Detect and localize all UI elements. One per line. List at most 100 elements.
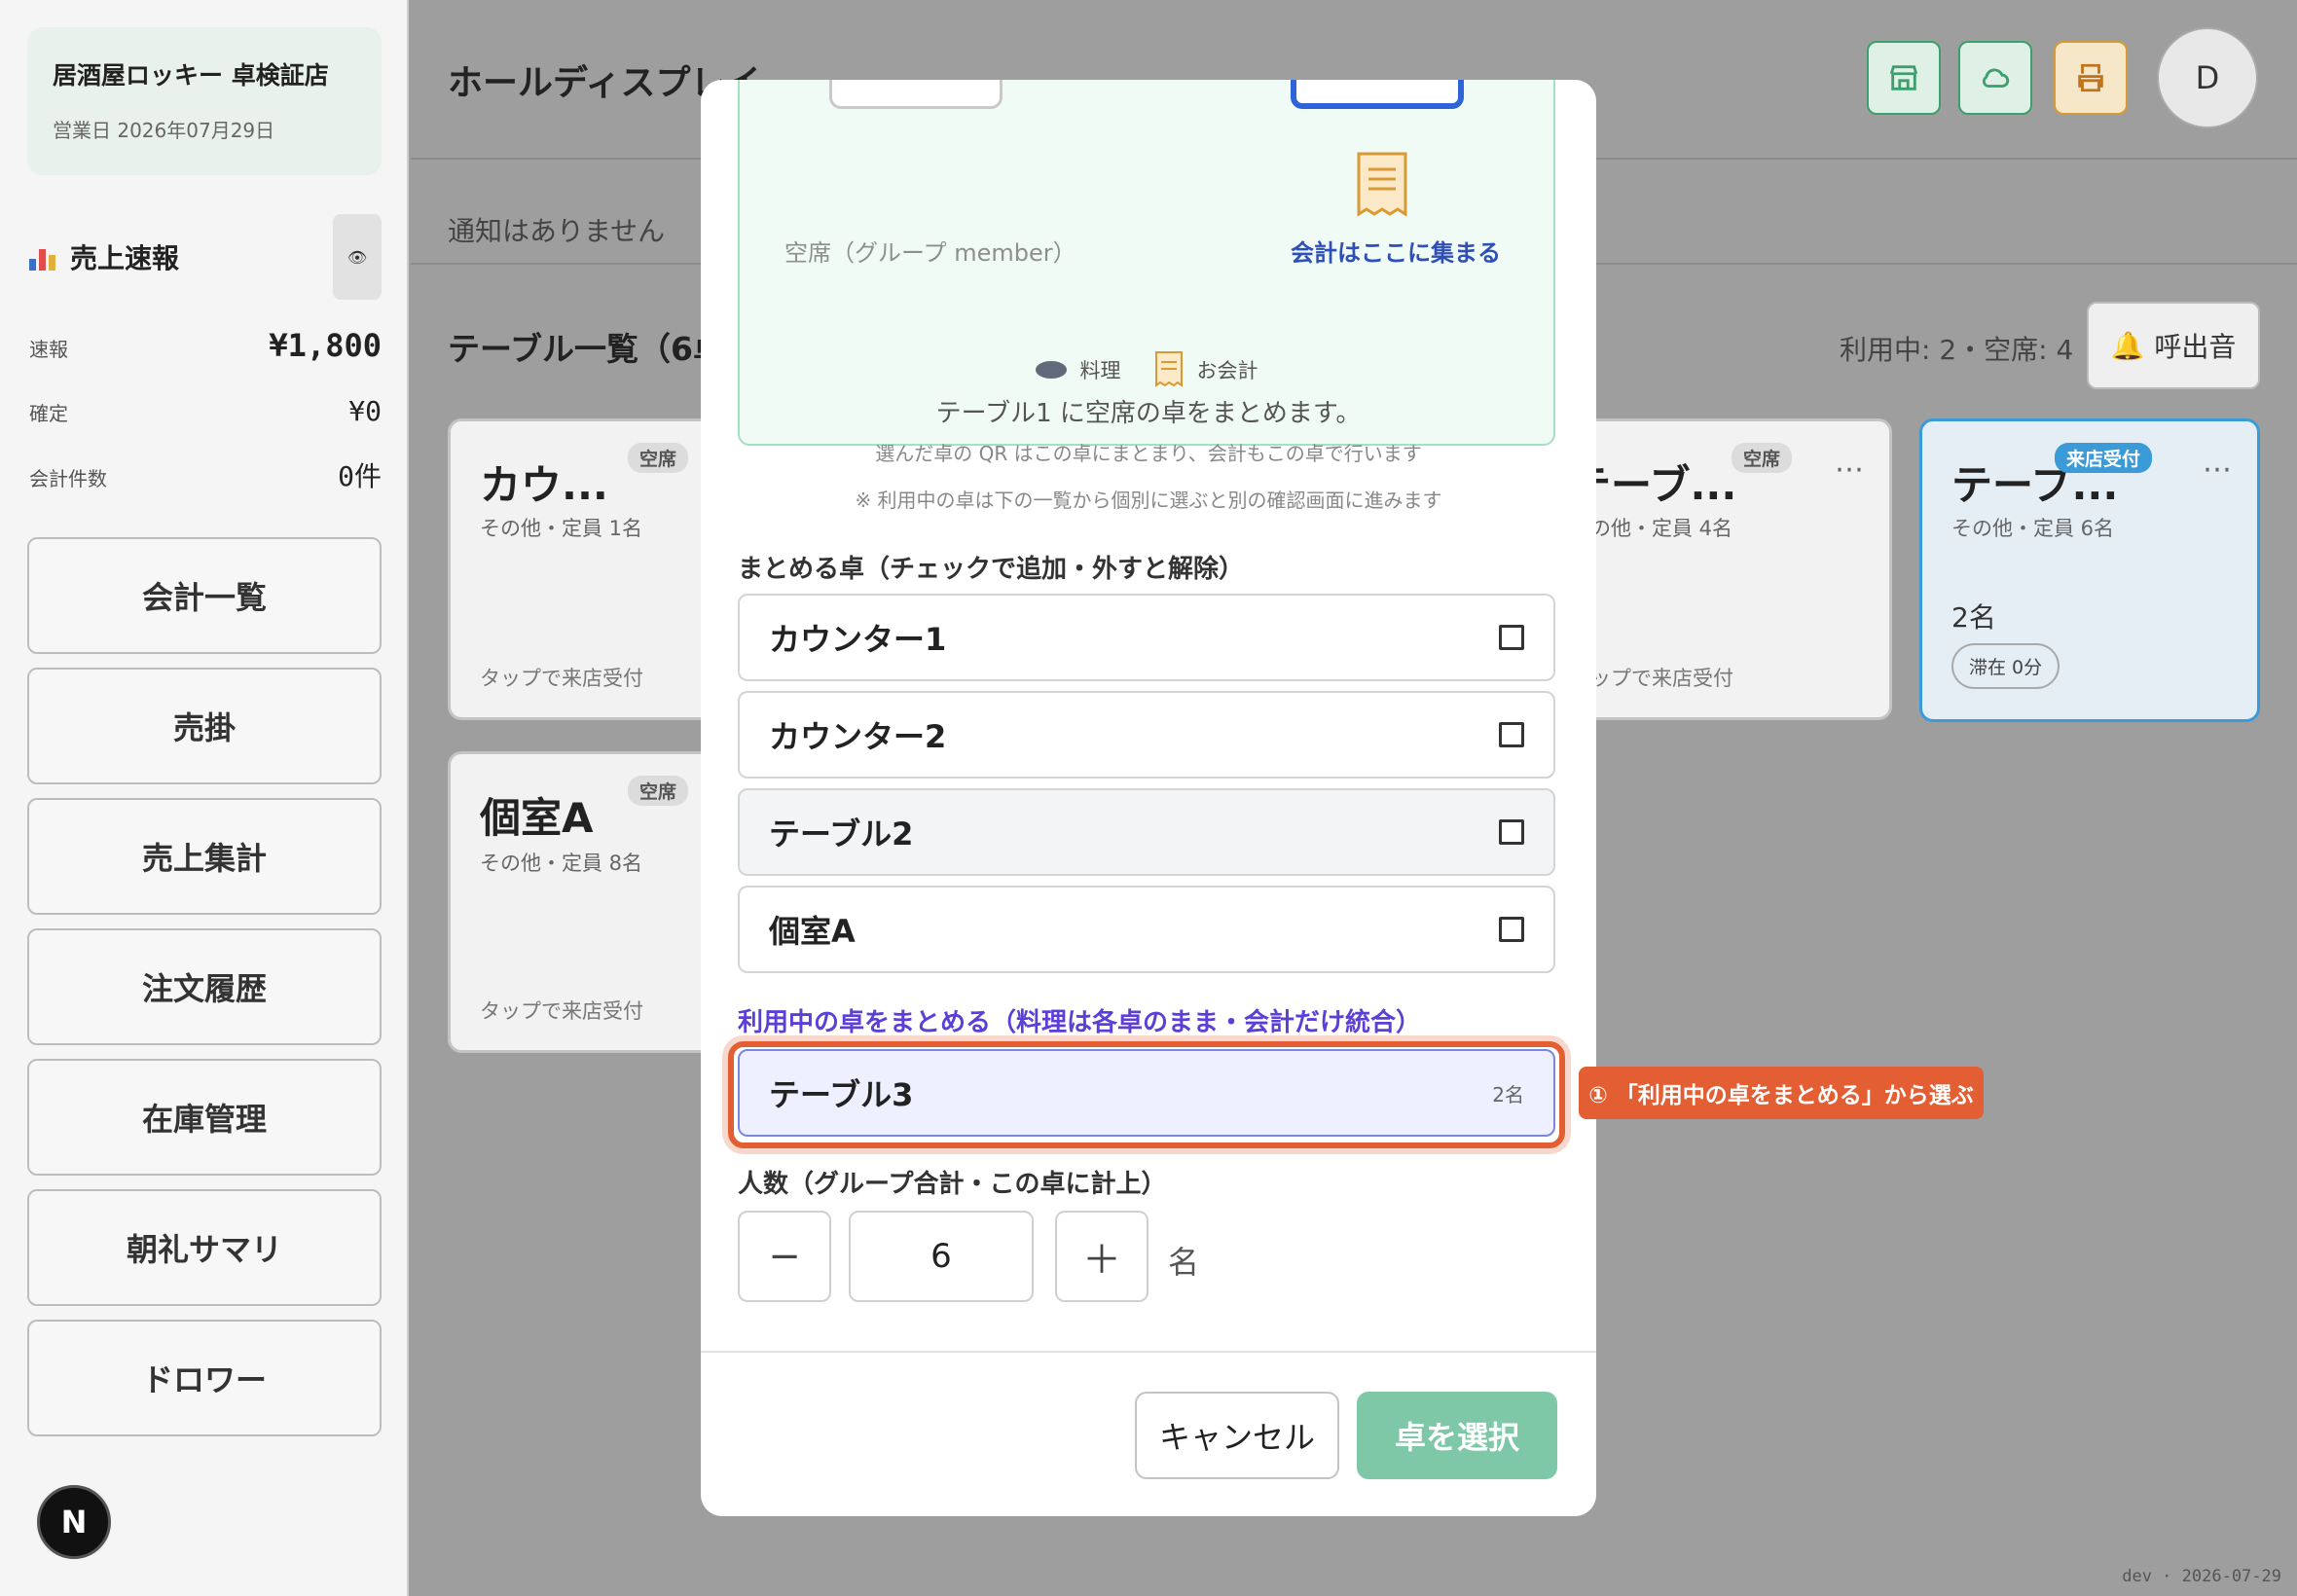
- inuse-table-option[interactable]: テーブル3 2名: [738, 1049, 1555, 1137]
- print-button[interactable]: [2054, 41, 2128, 115]
- call-sound-button[interactable]: 🔔 呼出音: [2087, 302, 2260, 389]
- stat-row-count: 会計件数 0件: [29, 455, 382, 494]
- nav-sales-summary[interactable]: 売上集計: [27, 798, 382, 915]
- business-date: 営業日 2026年07月29日: [53, 119, 275, 142]
- sales-title-label: 売上速報: [70, 242, 180, 274]
- table-card-active[interactable]: テーブ... その他・定員 6名 2名 滞在 0分 来店受付 ⋯: [1919, 418, 2260, 722]
- store-name: 居酒屋ロッキー 卓検証店: [53, 61, 329, 90]
- nav-checkout-list[interactable]: 会計一覧: [27, 537, 382, 654]
- table-hint: タップで来店受付: [480, 667, 643, 690]
- checkbox[interactable]: [1499, 722, 1524, 747]
- table-name: 個室A: [480, 794, 594, 842]
- stat-value: 0件: [338, 460, 382, 492]
- stay-time-badge: 滞在 0分: [1951, 643, 2060, 689]
- table-sub: その他・定員 6名: [1951, 517, 2115, 540]
- guest-count: 2名: [1951, 601, 1996, 634]
- main-seat-box: [1291, 80, 1464, 109]
- status-badge: 空席: [628, 776, 689, 806]
- people-section-label: 人数（グループ合計・この卓に計上）: [738, 1170, 1167, 1199]
- modal-footer-divider: [701, 1351, 1596, 1353]
- empty-seat-label: 空席（グループ member）: [784, 239, 1076, 267]
- call-sound-label: 呼出音: [2154, 331, 2237, 363]
- legend-dish-label: 料理: [1079, 359, 1121, 382]
- status-badge: 空席: [628, 443, 689, 473]
- cancel-button[interactable]: キャンセル: [1135, 1392, 1339, 1479]
- merge-info-main: テーブル1 に空席の卓をまとめます。: [935, 399, 1362, 428]
- table-card[interactable]: カウ... その他・定員 1名 タップで来店受付 空席: [448, 418, 730, 720]
- gather-label: 会計はここに集まる: [1291, 239, 1501, 267]
- option-name: 個室A: [769, 913, 856, 950]
- merge-option-counter-1[interactable]: カウンター1: [738, 594, 1555, 681]
- nav-receivables[interactable]: 売掛: [27, 668, 382, 784]
- option-name: カウンター1: [769, 621, 947, 658]
- table-sub: その他・定員 1名: [480, 517, 643, 540]
- legend-bill-label: お会計: [1196, 359, 1258, 382]
- tutorial-callout: ① 「利用中の卓をまとめる」から選ぶ: [1579, 1067, 1984, 1119]
- stat-value: ¥0: [348, 395, 382, 427]
- option-name: テーブル2: [769, 816, 914, 852]
- option-name: テーブル3: [769, 1076, 914, 1113]
- sales-header: 売上速報 👁: [29, 214, 382, 300]
- checkbox[interactable]: [1499, 819, 1524, 845]
- increment-button[interactable]: ＋: [1055, 1211, 1148, 1302]
- option-name: カウンター2: [769, 718, 947, 755]
- more-options-icon[interactable]: ⋯: [2203, 453, 2232, 487]
- decrement-button[interactable]: −: [738, 1211, 831, 1302]
- status-badge: 空席: [1732, 443, 1793, 473]
- notice-text: 通知はありません: [448, 215, 666, 247]
- merge-section-label: まとめる卓（チェックで追加・外すと解除）: [738, 555, 1245, 584]
- stat-label: 速報: [29, 338, 68, 361]
- stat-row-confirmed: 確定 ¥0: [29, 395, 382, 427]
- merge-option-counter-2[interactable]: カウンター2: [738, 691, 1555, 779]
- table-card[interactable]: 個室A その他・定員 8名 タップで来店受付 空席: [448, 751, 730, 1053]
- eye-icon: 👁: [346, 247, 368, 267]
- stat-value: ¥1,800: [269, 327, 382, 364]
- sidebar: 居酒屋ロッキー 卓検証店 営業日 2026年07月29日 売上速報 👁 速報 ¥…: [0, 0, 409, 1596]
- merge-info-note: ※ 利用中の卓は下の一覧から個別に選ぶと別の確認画面に進みます: [855, 489, 1442, 512]
- receipt-small-icon: [1154, 351, 1183, 387]
- checkbox[interactable]: [1499, 917, 1524, 942]
- nav-inventory[interactable]: 在庫管理: [27, 1059, 382, 1176]
- sidebar-nav: 会計一覧 売掛 売上集計 注文履歴 在庫管理 朝礼サマリ ドロワー: [27, 537, 382, 1450]
- store-button[interactable]: [1867, 41, 1941, 115]
- merge-preview: 空席（グループ member） 会計はここに集まる 料理 お会計: [738, 80, 1555, 446]
- bar-chart-icon: [29, 243, 56, 271]
- bell-icon: 🔔: [2110, 329, 2145, 362]
- stat-label: 会計件数: [29, 467, 107, 490]
- printer-icon: [2078, 63, 2103, 92]
- people-count-input[interactable]: 6: [849, 1211, 1034, 1302]
- table-sub: その他・定員 8名: [480, 852, 643, 875]
- store-icon: [1889, 65, 1918, 91]
- preview-legend: 料理 お会計: [740, 350, 1553, 389]
- receipt-icon: [1357, 152, 1407, 217]
- dish-icon: [1035, 361, 1067, 379]
- stat-row-flash: 速報 ¥1,800: [29, 327, 382, 364]
- eye-toggle-button[interactable]: 👁: [333, 214, 382, 300]
- table-hint: タップで来店受付: [480, 999, 643, 1023]
- merge-option-private-a[interactable]: 個室A: [738, 886, 1555, 973]
- sales-title: 売上速報: [29, 237, 179, 276]
- inuse-section-label: 利用中の卓をまとめる（料理は各卓のまま・会計だけ統合）: [738, 1008, 1422, 1037]
- merge-option-table-2[interactable]: テーブル2: [738, 788, 1555, 876]
- nav-drawer[interactable]: ドロワー: [27, 1320, 382, 1436]
- merge-tables-modal: 空席（グループ member） 会計はここに集まる 料理 お会計 テーブル1 に…: [701, 80, 1596, 1516]
- cloud-icon: [1982, 68, 2010, 88]
- store-card: 居酒屋ロッキー 卓検証店 営業日 2026年07月29日: [27, 27, 382, 175]
- select-table-button[interactable]: 卓を選択: [1357, 1392, 1557, 1479]
- status-badge: 来店受付: [2055, 443, 2153, 473]
- n-badge-icon[interactable]: N: [37, 1485, 111, 1559]
- option-guest-count: 2名: [1492, 1082, 1524, 1106]
- stat-label: 確定: [29, 402, 68, 425]
- more-options-icon[interactable]: ⋯: [1835, 453, 1864, 487]
- nav-order-history[interactable]: 注文履歴: [27, 928, 382, 1045]
- people-unit: 名: [1168, 1244, 1200, 1281]
- nav-morning-summary[interactable]: 朝礼サマリ: [27, 1189, 382, 1306]
- table-name: カウ...: [480, 461, 608, 509]
- usage-status: 利用中: 2・空席: 4: [1840, 334, 2074, 366]
- cloud-button[interactable]: [1958, 41, 2032, 115]
- checkbox[interactable]: [1499, 625, 1524, 650]
- dev-stamp: dev · 2026-07-29: [2122, 1567, 2281, 1586]
- empty-seat-box: [829, 80, 1003, 109]
- avatar[interactable]: D: [2157, 27, 2258, 128]
- merge-info-sub: 選んだ卓の QR はこの卓にまとまり、会計もこの卓で行います: [875, 442, 1422, 465]
